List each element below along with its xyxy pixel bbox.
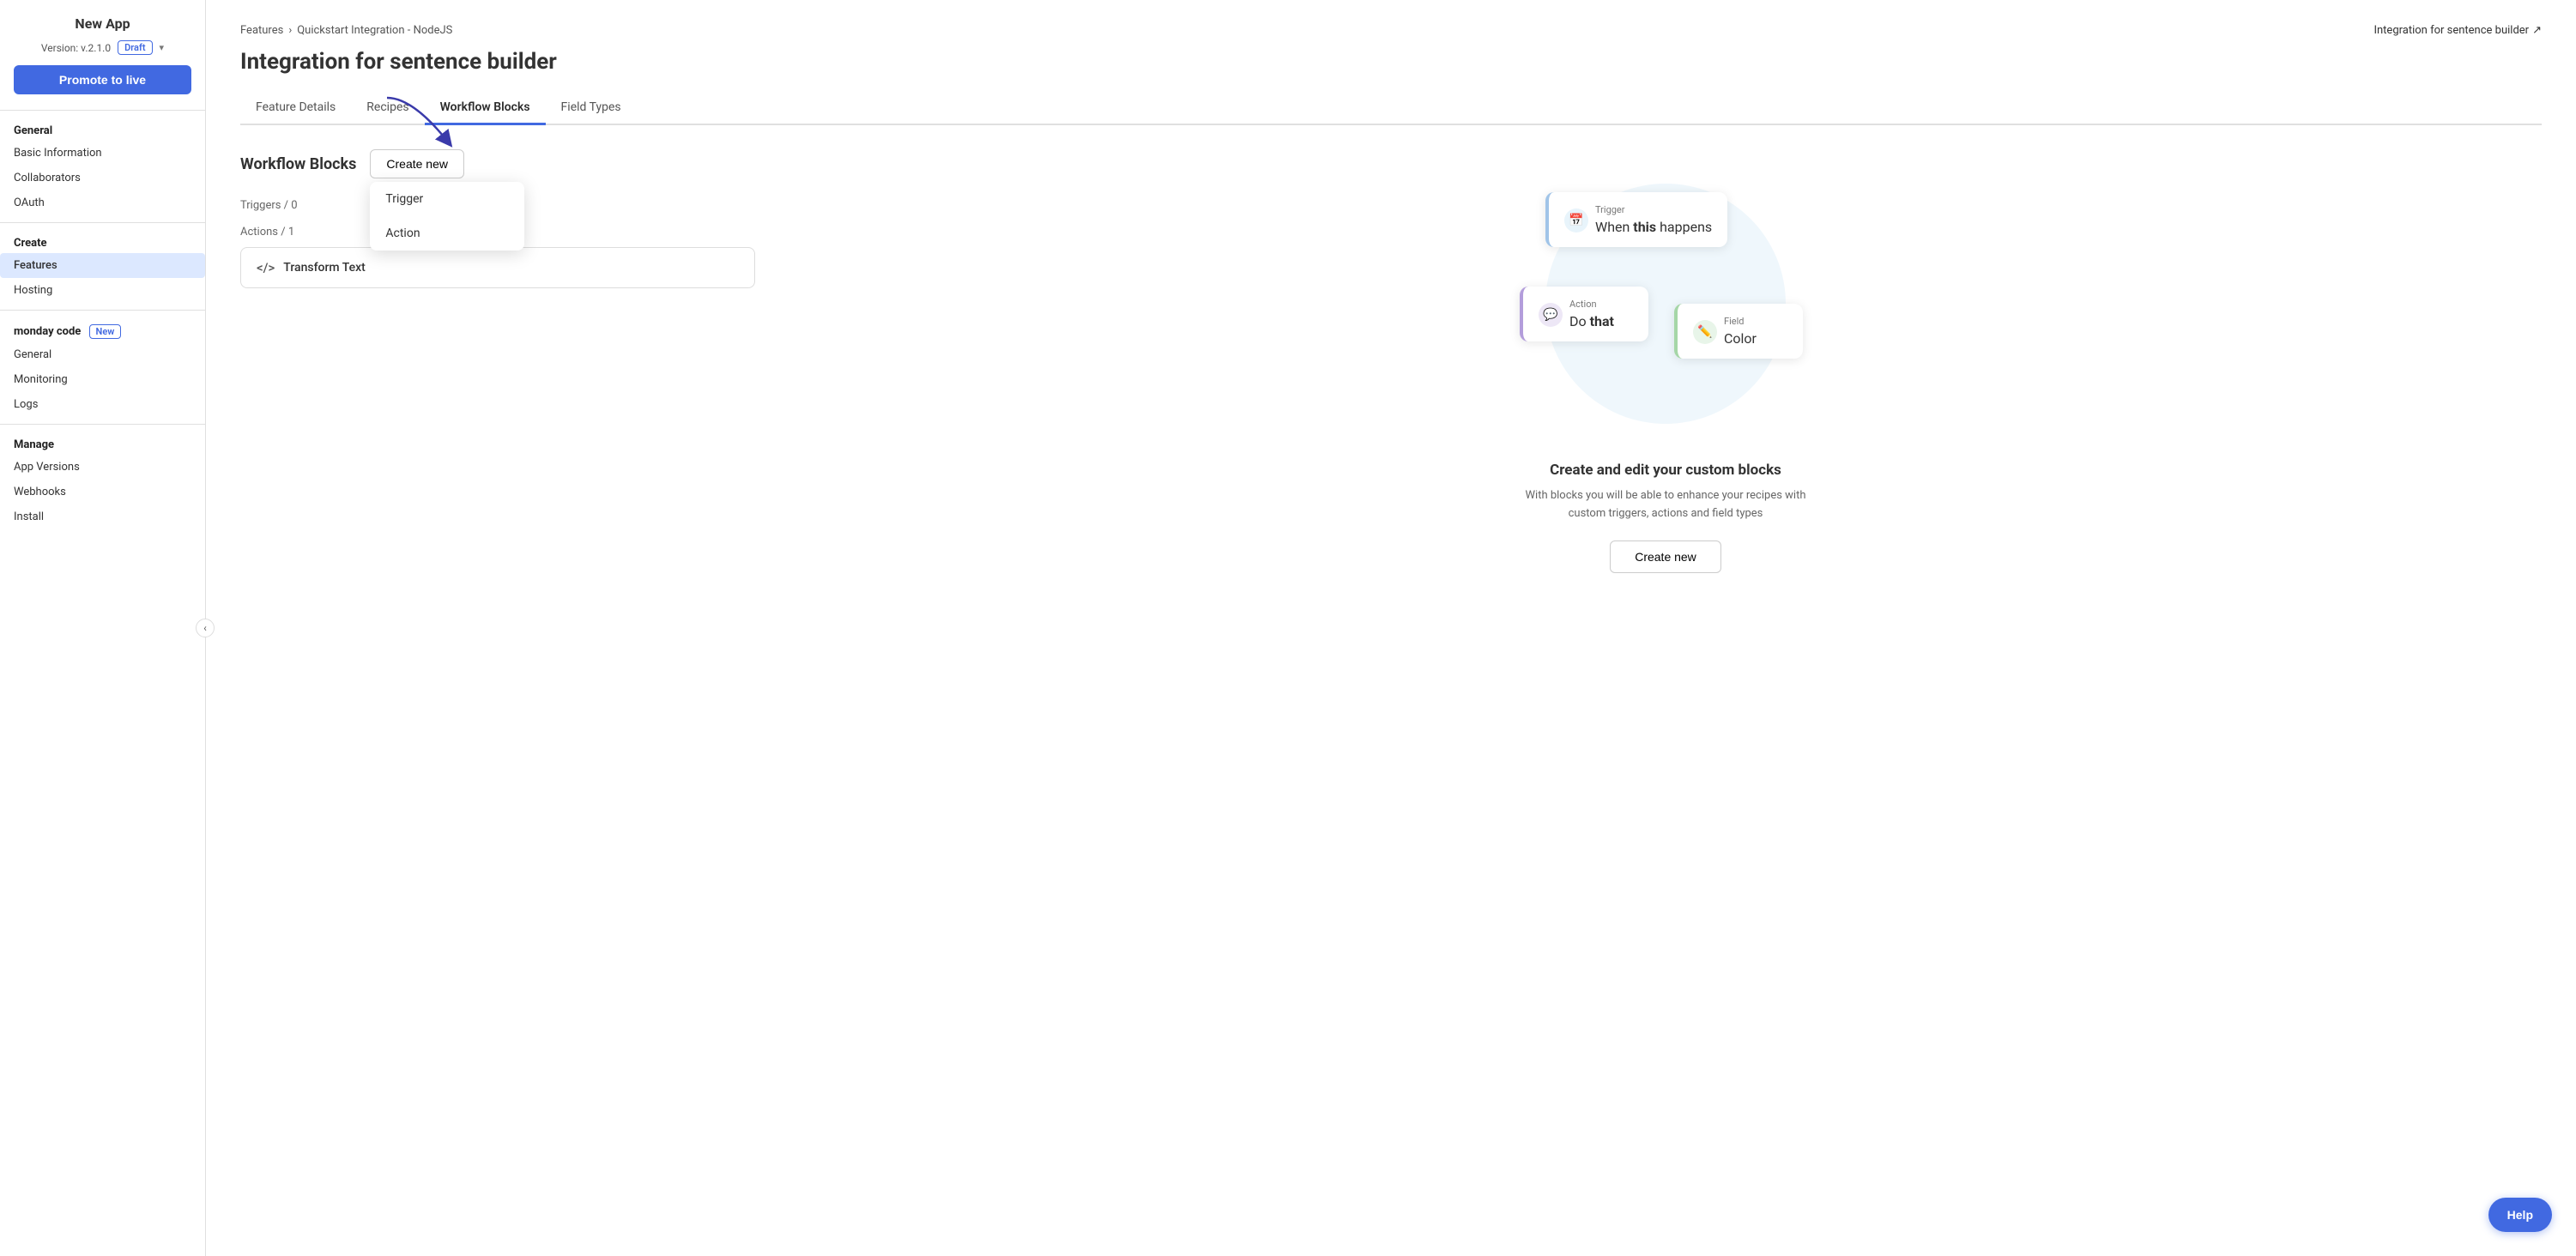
tab-workflow-blocks[interactable]: Workflow Blocks xyxy=(425,92,546,125)
content-area: Workflow Blocks Create new T xyxy=(240,149,2542,573)
sidebar-collapse-button[interactable]: ‹ xyxy=(196,619,215,637)
sidebar-item-features[interactable]: Features xyxy=(0,253,205,278)
version-label: Version: v.2.1.0 xyxy=(41,42,111,54)
action-card-type: Action xyxy=(1569,299,1614,310)
field-card-icon: ✏️ xyxy=(1693,320,1717,344)
dropdown-item-action[interactable]: Action xyxy=(370,216,524,251)
cta-description: With blocks you will be able to enhance … xyxy=(1511,487,1820,523)
sidebar-item-logs[interactable]: Logs xyxy=(0,392,205,417)
trigger-card: 📅 Trigger When this happens xyxy=(1545,192,1727,247)
section-label-create: Create xyxy=(0,230,205,253)
sidebar: New App Version: v.2.1.0 Draft ▾ Promote… xyxy=(0,0,206,1256)
divider-manage xyxy=(0,424,205,425)
dropdown-item-trigger[interactable]: Trigger xyxy=(370,182,524,216)
tabs-bar: Feature Details Recipes Workflow Blocks … xyxy=(240,92,2542,125)
action-card-icon: 💬 xyxy=(1539,303,1563,327)
field-card-type: Field xyxy=(1724,316,1757,327)
draft-badge[interactable]: Draft xyxy=(118,40,152,55)
tab-field-types[interactable]: Field Types xyxy=(546,92,637,125)
help-button[interactable]: Help xyxy=(2488,1198,2552,1232)
cta-create-new-button[interactable]: Create new xyxy=(1610,540,1721,573)
sidebar-item-general[interactable]: General xyxy=(0,342,205,367)
external-link-label: Integration for sentence builder xyxy=(2373,24,2529,37)
external-link-row[interactable]: Integration for sentence builder ↗ xyxy=(2373,24,2542,37)
left-panel: Workflow Blocks Create new T xyxy=(240,149,789,573)
breadcrumb-root[interactable]: Features xyxy=(240,24,283,37)
illustration: 📅 Trigger When this happens 💬 Ac xyxy=(1511,166,1820,441)
sidebar-item-monitoring[interactable]: Monitoring xyxy=(0,367,205,392)
section-label-general: General xyxy=(0,118,205,141)
main-content: Integration for sentence builder ↗ Featu… xyxy=(206,0,2576,1256)
right-panel: 📅 Trigger When this happens 💬 Ac xyxy=(789,149,2542,573)
section-label-manage: Manage xyxy=(0,432,205,455)
section-header: Workflow Blocks Create new T xyxy=(240,149,755,178)
sidebar-item-collaborators[interactable]: Collaborators xyxy=(0,166,205,190)
cta-title: Create and edit your custom blocks xyxy=(1550,462,1781,479)
sidebar-header: New App Version: v.2.1.0 Draft ▾ Promote… xyxy=(0,0,205,103)
create-new-wrapper: Create new Trigger Action xyxy=(370,149,464,178)
app-title: New App xyxy=(14,15,191,32)
trigger-card-value: When this happens xyxy=(1595,219,1712,235)
sidebar-item-app-versions[interactable]: App Versions xyxy=(0,455,205,480)
sidebar-item-hosting[interactable]: Hosting xyxy=(0,278,205,303)
tab-recipes[interactable]: Recipes xyxy=(351,92,424,125)
page-title: Integration for sentence builder xyxy=(240,49,2542,75)
divider-general xyxy=(0,110,205,111)
action-card: 💬 Action Do that xyxy=(1520,287,1648,341)
sidebar-item-webhooks[interactable]: Webhooks xyxy=(0,480,205,504)
sidebar-item-oauth[interactable]: OAuth xyxy=(0,190,205,215)
promote-to-live-button[interactable]: Promote to live xyxy=(14,65,191,94)
divider-create xyxy=(0,222,205,223)
divider-monday-code xyxy=(0,310,205,311)
tab-feature-details[interactable]: Feature Details xyxy=(240,92,351,125)
dropdown-menu: Trigger Action xyxy=(370,182,524,251)
breadcrumb: Features › Quickstart Integration - Node… xyxy=(240,24,2542,37)
version-row: Version: v.2.1.0 Draft ▾ xyxy=(14,40,191,55)
breadcrumb-separator: › xyxy=(288,24,292,37)
external-link-icon: ↗ xyxy=(2532,24,2542,37)
section-label-monday-code: monday code New xyxy=(0,317,205,342)
action-card-value: Do that xyxy=(1569,313,1614,329)
trigger-card-icon: 📅 xyxy=(1564,208,1588,232)
workflow-blocks-title: Workflow Blocks xyxy=(240,155,356,173)
transform-text-label: Transform Text xyxy=(283,261,366,275)
breadcrumb-child: Quickstart Integration - NodeJS xyxy=(297,24,452,37)
version-chevron-icon[interactable]: ▾ xyxy=(160,42,165,53)
create-new-button[interactable]: Create new xyxy=(370,149,464,178)
transform-text-block[interactable]: </> Transform Text xyxy=(240,247,755,288)
monday-code-new-badge: New xyxy=(89,324,122,339)
trigger-card-type: Trigger xyxy=(1595,204,1712,215)
field-card: ✏️ Field Color xyxy=(1674,304,1803,359)
field-card-value: Color xyxy=(1724,330,1757,347)
code-icon: </> xyxy=(257,260,275,275)
sidebar-item-install[interactable]: Install xyxy=(0,504,205,529)
sidebar-item-basic-information[interactable]: Basic Information xyxy=(0,141,205,166)
